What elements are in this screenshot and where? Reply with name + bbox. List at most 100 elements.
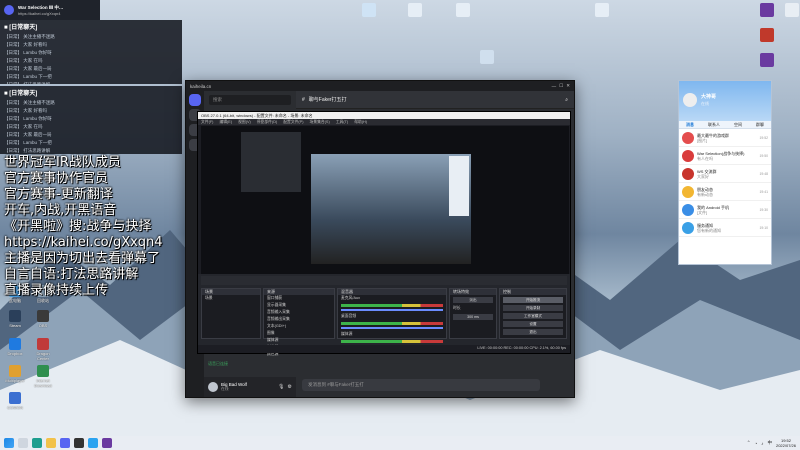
windows-start-icon[interactable] <box>4 438 14 448</box>
desktop-icon[interactable] <box>398 3 432 18</box>
qq-list-item[interactable]: 服务通知 您有新的通知 19:10 <box>679 219 771 237</box>
obs-taskbar-icon[interactable] <box>74 438 84 448</box>
obs-menu-item[interactable]: 编辑(E) <box>219 119 232 125</box>
obs-window[interactable]: OBS 27.0.1 (64-bit, windows) - 配置文件: 未命名… <box>197 111 571 356</box>
volume-icon[interactable]: ♪ <box>761 441 763 446</box>
qq-item-text: 服务通知 您有新的通知 <box>697 223 757 233</box>
control-button[interactable]: 开始录制 <box>503 305 563 311</box>
qq-user-status: 在线 <box>701 101 709 106</box>
message-input[interactable]: 发消息到 #聊与Faker打五打 <box>302 379 540 391</box>
desktop-icon[interactable]: Multiplayer <box>2 365 28 383</box>
qq-item-time: 19:50 <box>759 153 769 158</box>
search-icon[interactable]: ⌕ <box>565 97 568 103</box>
clock[interactable]: 19:52 2022/07/26 <box>776 438 796 448</box>
desktop-icon[interactable] <box>585 3 619 18</box>
avatar <box>208 382 218 392</box>
qq-tab[interactable]: 消息 <box>686 121 694 128</box>
desktop-icon[interactable] <box>446 3 480 18</box>
qq-list-item[interactable]: 朋友动态 有新动态 19:41 <box>679 183 771 201</box>
control-button[interactable]: 退出 <box>503 329 563 335</box>
volume-meter <box>341 340 443 343</box>
obs-menu-item[interactable]: 视图(V) <box>238 119 251 125</box>
channel-name: 聊与Faker打五打 <box>308 97 347 103</box>
notification-subtitle: https://kaihei.co/gXxqn4 <box>18 10 61 16</box>
qq-item-text: War Selection(战争与抉择) 有人在吗 <box>697 151 757 161</box>
folder-icon[interactable] <box>46 438 56 448</box>
chat-line: 【日常】 关注主播不迷路 <box>4 34 55 39</box>
source-item[interactable]: 音频输入采集 <box>264 309 334 316</box>
transition-select[interactable]: 淡出 <box>453 297 493 303</box>
desktop-icon[interactable]: COWON <box>2 392 28 410</box>
duration-input[interactable]: 300 ms <box>453 314 493 320</box>
user-status: 在线 <box>221 387 229 391</box>
control-button[interactable]: 工作室模式 <box>503 313 563 319</box>
input-language[interactable]: 中 <box>767 440 772 446</box>
network-icon[interactable]: ◔ <box>755 441 758 446</box>
control-button[interactable]: 开始推流 <box>503 297 563 303</box>
chat-header: ■ [日常聊天] <box>4 25 38 31</box>
chat-line: 【日常】 大家 在吗 <box>4 58 43 63</box>
desktop-icon[interactable] <box>750 28 784 43</box>
desktop-icon[interactable] <box>352 3 386 18</box>
desktop-icon[interactable]: OBS <box>30 310 56 328</box>
obs-menu-item[interactable]: 工具(T) <box>336 119 348 125</box>
search-icon[interactable] <box>18 438 28 448</box>
source-item[interactable]: 文本(GDI+) <box>264 323 334 330</box>
source-item[interactable]: 音频输出采集 <box>264 316 334 323</box>
source-item[interactable]: 显示器采集 <box>264 302 334 309</box>
desktop-icon[interactable]: Dragon Center <box>30 338 56 361</box>
control-button[interactable]: 设置 <box>503 321 563 327</box>
source-item[interactable]: 窗口捕获 <box>264 295 334 302</box>
discord-notification[interactable]: War Selection Ⅲ 中… https://kaihei.co/gXx… <box>0 0 100 20</box>
qq-list-item[interactable]: War Selection(战争与抉择) 有人在吗 19:50 <box>679 147 771 165</box>
overlay-line: https://kaihei.co/gXxqn4 <box>4 235 163 250</box>
user-panel[interactable]: Big Bad Wolf 在线 🎙 ⚙ <box>204 377 296 397</box>
desktop-icon[interactable] <box>470 50 504 65</box>
obs-preview[interactable] <box>201 126 569 274</box>
obs-menu-item[interactable]: 文件(F) <box>201 119 213 125</box>
duration-label: 时长 <box>453 306 461 310</box>
obs-title: OBS 27.0.1 (64-bit, windows) - 配置文件: 未命名… <box>198 112 570 119</box>
qq-item-text: 最大最牛的游戏群 [图片] <box>697 133 757 143</box>
qq-item-time: 19:41 <box>759 189 769 194</box>
overlay-line: 自言自语:打法思路讲解 <box>4 267 139 282</box>
gear-icon[interactable]: ⚙ <box>288 384 292 390</box>
microphone-icon[interactable]: 🎙 <box>278 384 284 390</box>
qq-tab[interactable]: 群聊 <box>756 121 764 128</box>
qq-window[interactable]: 大神哥 在线 消息 联系人 空间 群聊 最大最牛的游戏群 [图片] 19:52 War Se… <box>678 80 772 265</box>
avatar <box>682 203 694 216</box>
obs-statusbar: LIVE: 00:00:00 REC: 00:00:00 CPU: 2.1%, … <box>198 345 570 353</box>
close-icon[interactable]: ✕ <box>566 83 570 89</box>
desktop-icon[interactable]: Dropbox <box>2 338 28 356</box>
server-icon[interactable] <box>189 94 201 106</box>
qq-list-item[interactable]: WS 交流群 大家好 19:48 <box>679 165 771 183</box>
qq-search-input[interactable] <box>681 255 769 262</box>
desktop-icon[interactable]: Internet Download <box>30 365 56 388</box>
qq-taskbar-icon[interactable] <box>88 438 98 448</box>
kaiheila-taskbar-icon[interactable] <box>60 438 70 448</box>
source-item[interactable]: 图像 <box>264 330 334 337</box>
qq-item-time: 19:48 <box>759 171 769 176</box>
source-item[interactable]: 媒体源 <box>264 337 334 344</box>
obs-menu-item[interactable]: 场景集合(S) <box>309 119 329 125</box>
desktop-icon[interactable] <box>775 3 800 18</box>
qq-tab[interactable]: 空间 <box>734 121 742 128</box>
volume-slider[interactable] <box>341 309 443 311</box>
scene-item[interactable]: 场景 <box>202 295 260 302</box>
edge-icon[interactable] <box>32 438 42 448</box>
app-taskbar-icon[interactable] <box>102 438 112 448</box>
search-input[interactable]: 搜索 <box>209 95 291 105</box>
avatar[interactable] <box>683 93 697 107</box>
obs-menu-item[interactable]: 配置文件(P) <box>283 119 303 125</box>
obs-menu-item[interactable]: 停靠部件(D) <box>257 119 277 125</box>
volume-slider[interactable] <box>341 327 443 329</box>
minimize-icon[interactable]: — <box>552 84 557 89</box>
qq-list-item[interactable]: 我的 Android 手机 [文件] 19:30 <box>679 201 771 219</box>
qq-list-item[interactable]: 最大最牛的游戏群 [图片] 19:52 <box>679 129 771 147</box>
desktop-icon[interactable] <box>750 53 784 68</box>
qq-tab[interactable]: 联系人 <box>708 121 720 128</box>
desktop-icon[interactable]: Steam <box>2 310 28 328</box>
obs-menu-item[interactable]: 帮助(H) <box>354 119 367 125</box>
chevron-up-icon[interactable]: ⌃ <box>747 440 751 446</box>
maximize-icon[interactable]: ☐ <box>559 83 563 89</box>
